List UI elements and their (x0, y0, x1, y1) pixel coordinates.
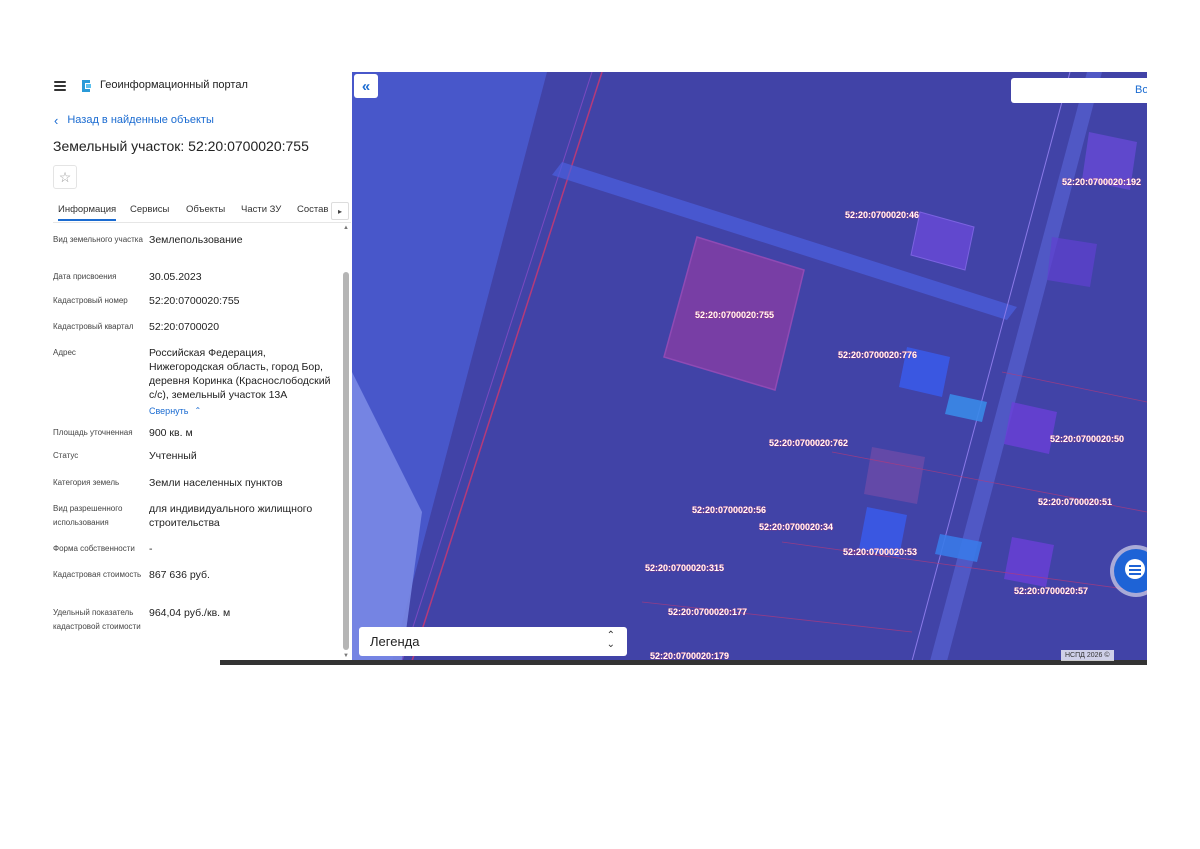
bottom-strip (220, 660, 1147, 665)
parcel-label: 52:20:0700020:56 (692, 505, 766, 515)
parcel-label: 52:20:0700020:315 (645, 563, 724, 573)
sort-arrows-icon: ⌃ ⌄ (606, 630, 615, 650)
tab-composition[interactable]: Состав (297, 204, 328, 215)
building-8 (1004, 537, 1054, 587)
double-chevron-left-icon: « (361, 77, 371, 95)
map-search-box[interactable]: Во (1011, 78, 1147, 103)
building-6 (864, 447, 925, 504)
map-canvas[interactable]: 52:20:0700020:192 52:20:0700020:46 52:20… (352, 72, 1147, 661)
collapse-label: Свернуть (149, 406, 189, 416)
tab-info[interactable]: Информация (58, 204, 117, 221)
parcel-label: 52:20:0700020:776 (838, 350, 917, 360)
back-to-results-link[interactable]: ‹ Назад в найденные объекты (54, 112, 214, 128)
cadastral-value-label: Кадастровая стоимость (53, 570, 142, 579)
parcel-label: 52:20:0700020:53 (843, 547, 917, 557)
parcel-label: 52:20:0700020:51 (1038, 497, 1112, 507)
address-label: Адрес (53, 348, 76, 357)
map-copyright: НСПД 2026 © (1061, 650, 1114, 661)
area-label: Площадь уточненная (53, 428, 133, 437)
permitted-use-value: для индивидуального жилищного строительс… (149, 503, 313, 529)
specific-value-label: Удельный показатель кадастровой стоимост… (53, 608, 141, 631)
parcel-label: 52:20:0700020:762 (769, 438, 848, 448)
parcel-label: 52:20:0700020:177 (668, 607, 747, 617)
logo-icon (82, 80, 91, 92)
tab-services[interactable]: Сервисы (130, 204, 169, 215)
star-icon: ☆ (58, 168, 72, 185)
cadastral-quarter-label: Кадастровый квартал (53, 322, 134, 331)
land-type-value: Землепользование (149, 234, 243, 246)
tab-parts[interactable]: Части ЗУ (241, 204, 281, 215)
status-label: Статус (53, 451, 79, 460)
chevron-left-icon: ‹ (54, 112, 59, 128)
category-value: Земли населенных пунктов (149, 477, 283, 489)
parcel-label: 52:20:0700020:46 (845, 210, 919, 220)
ownership-value: - (149, 543, 153, 555)
legend-label: Легенда (370, 634, 420, 649)
cadastral-number-value: 52:20:0700020:755 (149, 295, 240, 307)
building-3 (1047, 237, 1097, 287)
tab-bar: Информация Сервисы Объекты Части ЗУ Сост… (53, 198, 351, 223)
scroll-thumb[interactable] (343, 272, 349, 650)
assign-date-label: Дата присвоения (53, 272, 117, 281)
legend-dropdown[interactable]: Легенда ⌃ ⌄ (359, 627, 627, 656)
land-type-label: Вид земельного участка (53, 235, 143, 244)
scroll-up-arrow[interactable]: ▲ (342, 224, 350, 232)
map-view[interactable]: 52:20:0700020:192 52:20:0700020:46 52:20… (352, 72, 1147, 661)
menu-icon[interactable] (54, 81, 66, 91)
collapse-address-link[interactable]: Свернуть ⌃ (149, 404, 201, 418)
sidebar: Геоинформационный портал ‹ Назад в найде… (48, 72, 352, 660)
search-box-text: Во (1135, 84, 1147, 96)
collapse-sidebar-button[interactable]: « (354, 74, 378, 98)
page-title: Земельный участок: 52:20:0700020:755 (53, 138, 309, 154)
permitted-use-label: Вид разрешенного использования (53, 504, 123, 527)
specific-value-value: 964,04 руб./кв. м (149, 607, 231, 619)
assign-date-value: 30.05.2023 (149, 271, 202, 283)
address-value: Российская Федерация, Нижегородская обла… (149, 347, 331, 401)
area-value: 900 кв. м (149, 427, 193, 439)
category-label: Категория земель (53, 478, 120, 487)
parcel-label: 52:20:0700020:50 (1050, 434, 1124, 444)
scroll-down-arrow[interactable]: ▼ (342, 652, 350, 660)
app-window: Геоинформационный портал ‹ Назад в найде… (48, 72, 1147, 665)
cadastral-quarter-value: 52:20:0700020 (149, 321, 220, 333)
parcel-label: 52:20:0700020:34 (759, 522, 833, 532)
status-value: Учтенный (149, 450, 197, 462)
sidebar-scrollbar[interactable]: ▲ ▼ (342, 222, 350, 660)
parcel-label: 52:20:0700020:755 (695, 310, 774, 320)
ownership-label: Форма собственности (53, 544, 135, 553)
favorite-button[interactable]: ☆ (53, 165, 77, 189)
portal-title: Геоинформационный портал (100, 79, 248, 91)
address-value-block: Российская Федерация, Нижегородская обла… (149, 346, 335, 418)
tabs-next-button[interactable]: ▸ (331, 202, 349, 220)
chevron-up-icon: ⌃ (194, 406, 202, 415)
cadastral-value-value: 867 636 руб. (149, 569, 210, 581)
tab-objects[interactable]: Объекты (186, 204, 225, 215)
parcel-label: 52:20:0700020:57 (1014, 586, 1088, 596)
parcel-label: 52:20:0700020:192 (1062, 177, 1141, 187)
back-link-label: Назад в найденные объекты (67, 114, 214, 126)
cadastral-number-label: Кадастровый номер (53, 296, 128, 305)
